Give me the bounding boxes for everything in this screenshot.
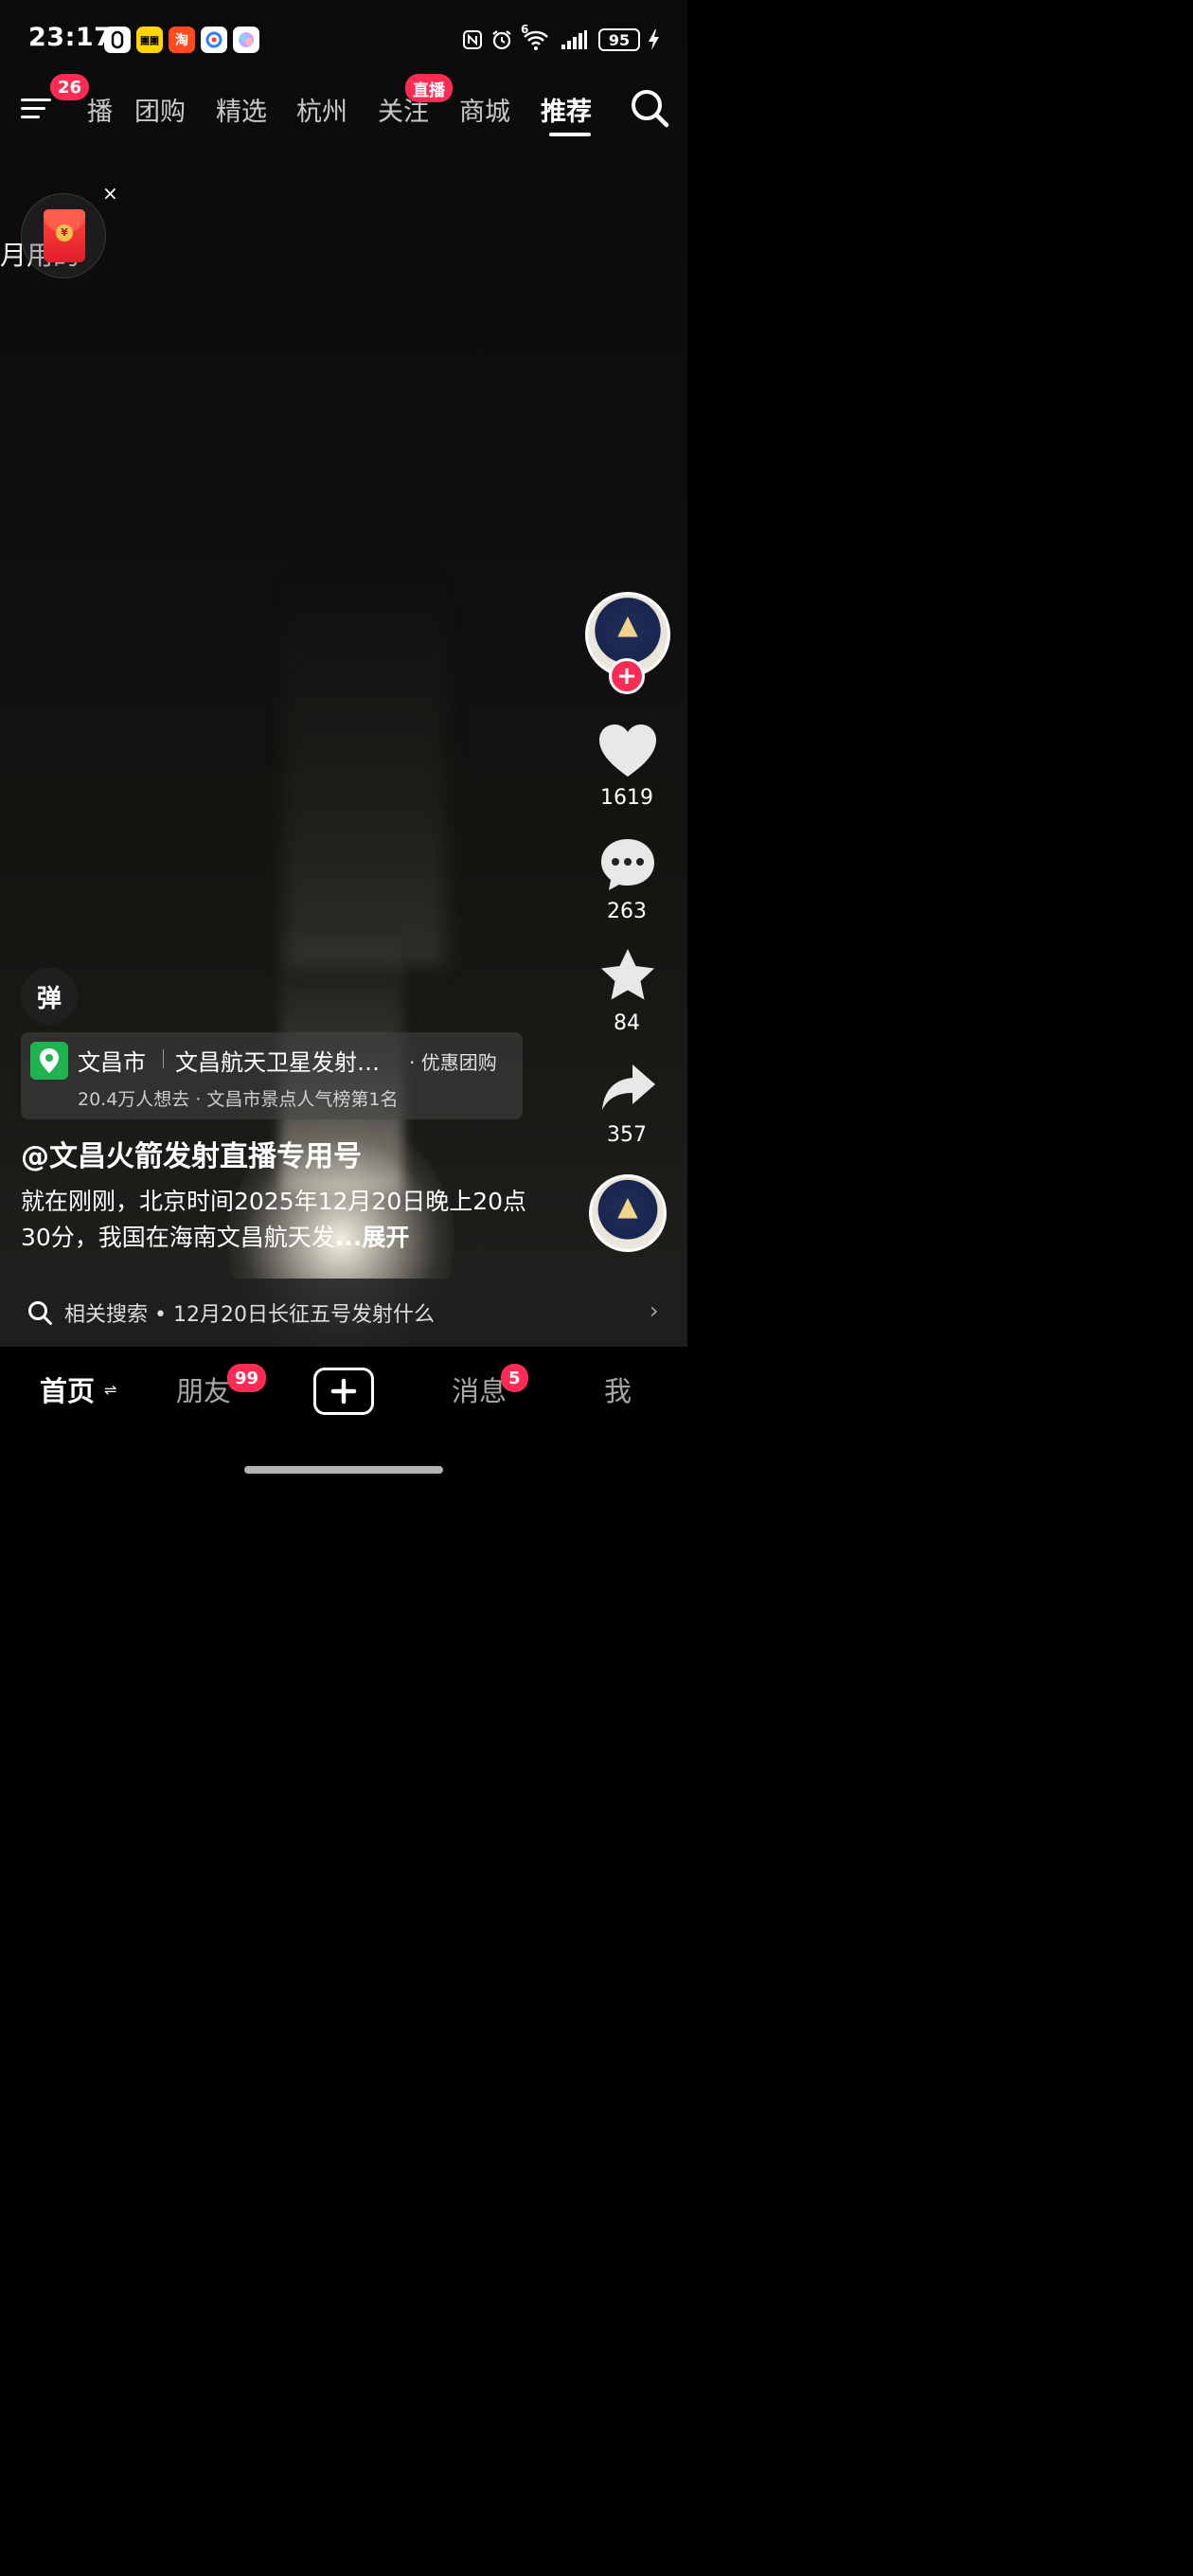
red-packet-widget[interactable]: ¥ [21,193,106,278]
charging-icon [644,27,663,53]
menu-badge: 26 [50,74,90,100]
meituan-icon: 團團 [136,27,163,53]
rocket-icon: ▲ [617,1190,638,1222]
poi-card[interactable]: 文昌市 文昌航天卫星发射… · 优惠团购 20.4万人想去 · 文昌市景点人气榜… [21,1032,523,1119]
tab-recommend[interactable]: 推荐 [541,91,592,128]
tab-group-buy[interactable]: 团购 [134,91,186,128]
author-name[interactable]: @文昌火箭发射直播专用号 [21,1133,362,1174]
poi-city: 文昌市 [78,1049,146,1076]
like-count: 1619 [600,786,653,810]
expand-link[interactable]: ...展开 [335,1224,410,1251]
share-count: 357 [607,1123,647,1147]
taobao-icon: 淘 [169,27,195,53]
search-icon [28,1301,52,1325]
friends-badge: 99 [227,1364,267,1392]
music-disc[interactable]: ▲ [589,1174,667,1252]
poi-name: 文昌航天卫星发射… [175,1049,380,1076]
bottom-nav: 首页 ⇌ 朋友 99 消息 5 我 [0,1347,687,1485]
wifi-icon: 6 [519,23,553,53]
follow-button[interactable]: + [609,658,645,694]
favorite-count: 84 [614,1011,640,1035]
rocket-icon: ▲ [617,609,638,641]
signal-icon [559,27,589,53]
nav-messages[interactable]: 消息 [452,1369,507,1409]
share-icon [602,1064,655,1110]
comment-icon [601,839,654,890]
heart-icon [599,724,656,777]
nav-friends[interactable]: 朋友 [176,1369,231,1409]
video-caption[interactable]: 就在刚刚，北京时间2025年12月20日晚上20点30分，我国在海南文昌航天发.… [21,1184,532,1256]
danmu-button[interactable]: 弹 [21,968,78,1025]
comment-count: 263 [607,900,647,923]
menu-button[interactable] [21,93,53,123]
top-nav: 26 播 团购 精选 杭州 关注 直播 商城 推荐 [0,74,687,138]
poi-divider [163,1049,164,1068]
nav-me[interactable]: 我 [604,1369,632,1409]
nav-home[interactable]: 首页 [40,1369,95,1409]
tab-live[interactable]: 播 [87,91,113,128]
like-button[interactable] [596,722,659,782]
gallery-icon [233,27,259,53]
related-search-label: 相关搜索 • 12月20日长征五号发射什么 [64,1303,435,1327]
poi-meta: 20.4万人想去 · 文昌市景点人气榜第1名 [78,1089,399,1110]
create-button[interactable] [313,1368,374,1415]
switch-icon: ⇌ [104,1381,117,1399]
home-indicator[interactable] [244,1466,443,1474]
following-live-badge: 直播 [405,74,453,102]
poi-deal-label: · 优惠团购 [409,1051,497,1074]
nfc-icon [460,27,485,53]
tab-hangzhou[interactable]: 杭州 [296,91,347,128]
share-button[interactable] [600,1063,657,1112]
search-icon [632,90,669,128]
favorite-button[interactable] [599,947,656,1002]
tab-mall[interactable]: 商城 [459,91,510,128]
red-packet-icon: ¥ [44,209,85,262]
chevron-right-icon: › [650,1297,659,1324]
location-pin-icon [30,1042,68,1080]
star-icon [601,949,654,1000]
caption-text: 就在刚刚，北京时间2025年12月20日晚上20点30分，我国在海南文昌航天发 [21,1188,527,1251]
related-search-bar[interactable]: 相关搜索 • 12月20日长征五号发射什么 › [0,1279,687,1347]
video-smoke [284,568,445,966]
messages-badge: 5 [501,1364,528,1392]
battery-indicator: 95 [598,28,640,51]
comment-button[interactable] [598,835,657,894]
active-tab-indicator [549,133,591,136]
search-button[interactable] [629,87,670,129]
alarm-icon [489,27,515,53]
plus-icon [330,1378,357,1404]
red-packet-close-icon[interactable]: × [102,182,118,205]
tab-featured[interactable]: 精选 [216,91,267,128]
dji-icon [104,27,131,53]
gaode-icon [201,27,227,53]
status-bar: 23:17 團團 淘 6 95 [0,0,687,76]
status-time: 23:17 [28,23,113,52]
